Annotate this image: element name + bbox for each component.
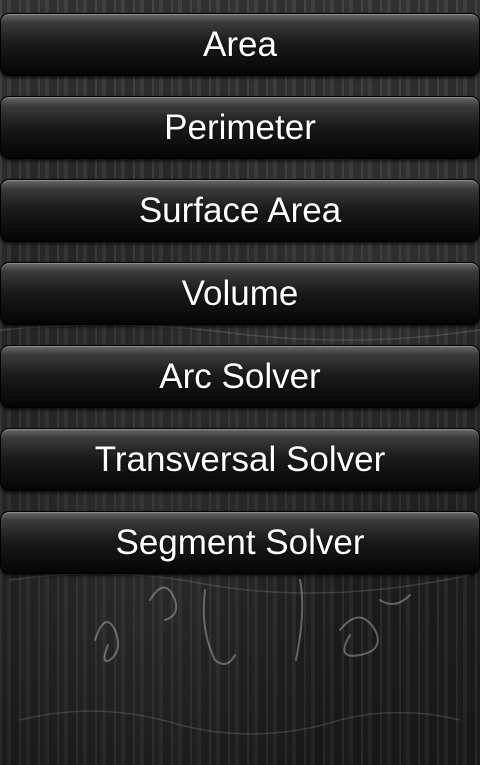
segment-solver-button[interactable]: Segment Solver bbox=[0, 511, 480, 574]
surface-area-button[interactable]: Surface Area bbox=[0, 179, 480, 242]
perimeter-button[interactable]: Perimeter bbox=[0, 96, 480, 159]
volume-button[interactable]: Volume bbox=[0, 262, 480, 325]
arc-solver-button[interactable]: Arc Solver bbox=[0, 345, 480, 408]
surface-area-button-label: Surface Area bbox=[138, 191, 342, 230]
perimeter-button-label: Perimeter bbox=[164, 108, 316, 147]
segment-solver-button-label: Segment Solver bbox=[115, 523, 365, 562]
app-screen: Area Perimeter Surface Area Volume Arc S… bbox=[0, 0, 480, 765]
transversal-solver-button[interactable]: Transversal Solver bbox=[0, 428, 480, 491]
area-button-label: Area bbox=[203, 25, 277, 64]
transversal-solver-button-label: Transversal Solver bbox=[94, 440, 386, 479]
volume-button-label: Volume bbox=[181, 274, 299, 313]
area-button[interactable]: Area bbox=[0, 13, 480, 76]
arc-solver-button-label: Arc Solver bbox=[159, 357, 321, 396]
